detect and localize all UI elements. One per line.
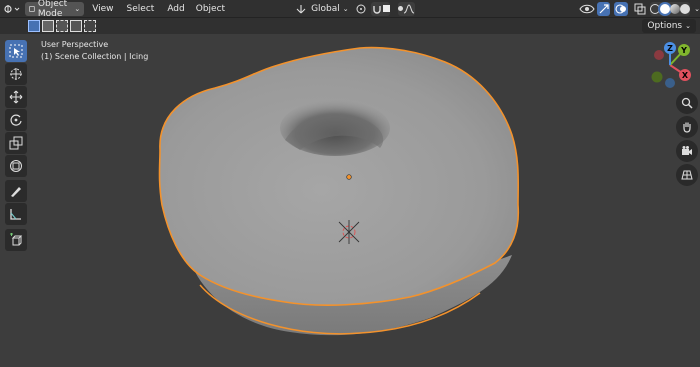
pan-button[interactable]: [676, 116, 698, 138]
zoom-button[interactable]: [676, 92, 698, 114]
tool-select-box[interactable]: [5, 40, 27, 62]
selection-mode-group: [28, 20, 96, 32]
xray-icon: [634, 3, 646, 14]
gizmo-icon: [599, 3, 609, 13]
select-intersect-icon[interactable]: [84, 20, 96, 32]
orientation-label: Global: [311, 3, 340, 14]
viewport-header: Object Mode ⌄ View Select Add Object Glo…: [0, 0, 700, 19]
transform-orientation-dropdown[interactable]: Global ⌄: [295, 2, 349, 16]
measure-icon: [10, 209, 21, 220]
move-icon: [9, 90, 23, 104]
tool-add-cube[interactable]: [5, 229, 27, 251]
add-cube-icon: [10, 233, 23, 246]
tool-scale[interactable]: [5, 132, 27, 154]
add-tools: [5, 229, 27, 251]
menu-view[interactable]: View: [92, 2, 113, 16]
rendered-shading-icon[interactable]: [680, 3, 691, 14]
eye-icon: [579, 4, 595, 13]
mesh-body: [159, 47, 519, 306]
navigation-gizmo[interactable]: Z Y X: [640, 38, 700, 96]
zoom-icon: [681, 97, 693, 109]
select-cursor-icon: [9, 44, 23, 58]
collection-info: (1) Scene Collection | Icing: [41, 52, 149, 61]
solid-shading-icon[interactable]: [660, 3, 671, 14]
visibility-toggle[interactable]: [579, 2, 595, 16]
mode-label: Object Mode: [37, 0, 68, 19]
grid-perspective-icon: [681, 170, 693, 180]
falloff-icon: [403, 3, 414, 13]
select-new-icon[interactable]: [28, 20, 40, 32]
scene-render: [158, 46, 520, 336]
object-mode-icon: [29, 5, 35, 12]
rotate-icon: [10, 114, 22, 126]
cursor-icon: [10, 68, 22, 80]
mode-dropdown[interactable]: Object Mode ⌄: [25, 0, 85, 19]
axes-icon: [296, 4, 306, 13]
material-shading-icon[interactable]: [670, 3, 681, 14]
axis-x-label: X: [682, 71, 689, 80]
select-invert-icon[interactable]: [70, 20, 82, 32]
tool-header: Options ⌄: [0, 18, 700, 34]
editor-type-dropdown[interactable]: [3, 2, 21, 16]
axis-y-label: Y: [680, 46, 687, 55]
menu-add[interactable]: Add: [167, 2, 184, 16]
tool-transform[interactable]: [5, 155, 27, 177]
camera-view-button[interactable]: [676, 140, 698, 162]
axis-z-label: Z: [667, 44, 673, 53]
tool-measure[interactable]: [5, 203, 27, 225]
gizmo-toggle[interactable]: [596, 1, 611, 16]
snap-target-icon: [382, 5, 390, 12]
3d-viewport[interactable]: User Perspective (1) Scene Collection | …: [0, 34, 700, 367]
camera-icon: [682, 146, 692, 155]
chevron-down-icon: ⌄: [342, 4, 349, 13]
object-origin: [346, 174, 352, 180]
overlays-icon: [615, 3, 627, 14]
tool-rotate[interactable]: [5, 109, 27, 131]
chevron-down-icon[interactable]: ⌄: [694, 5, 700, 13]
proportional-editing-toggle[interactable]: [397, 1, 415, 16]
pivot-icon: [356, 4, 366, 13]
tool-cursor[interactable]: [5, 63, 27, 85]
3d-viewport-icon: [4, 4, 20, 13]
tool-move[interactable]: [5, 86, 27, 108]
hand-icon: [683, 122, 691, 133]
perspective-toggle-button[interactable]: [676, 164, 698, 186]
tool-annotate[interactable]: [5, 180, 27, 202]
annotate-icon: [11, 187, 21, 197]
select-subtract-icon[interactable]: [56, 20, 68, 32]
wireframe-shading-icon[interactable]: [650, 3, 661, 14]
shading-modes[interactable]: [650, 1, 691, 16]
options-dropdown[interactable]: Options ⌄: [642, 19, 696, 33]
menu-select[interactable]: Select: [127, 2, 155, 16]
scale-icon: [9, 136, 23, 150]
transform-icon: [10, 160, 22, 172]
magnet-icon: [372, 5, 381, 14]
view-name: User Perspective: [41, 40, 109, 49]
chevron-down-icon: ⌄: [74, 4, 81, 13]
options-label: Options: [647, 21, 683, 31]
xray-toggle[interactable]: [634, 2, 646, 16]
select-extend-icon[interactable]: [42, 20, 54, 32]
overlays-toggle[interactable]: [614, 1, 629, 16]
pivot-point-dropdown[interactable]: [355, 2, 367, 16]
chevron-down-icon: ⌄: [685, 22, 691, 30]
menu-object[interactable]: Object: [196, 2, 225, 16]
toolbar: [5, 40, 27, 85]
snap-toggle[interactable]: [370, 1, 390, 16]
annotate-tools: [5, 180, 27, 225]
transform-tools: [5, 86, 27, 177]
